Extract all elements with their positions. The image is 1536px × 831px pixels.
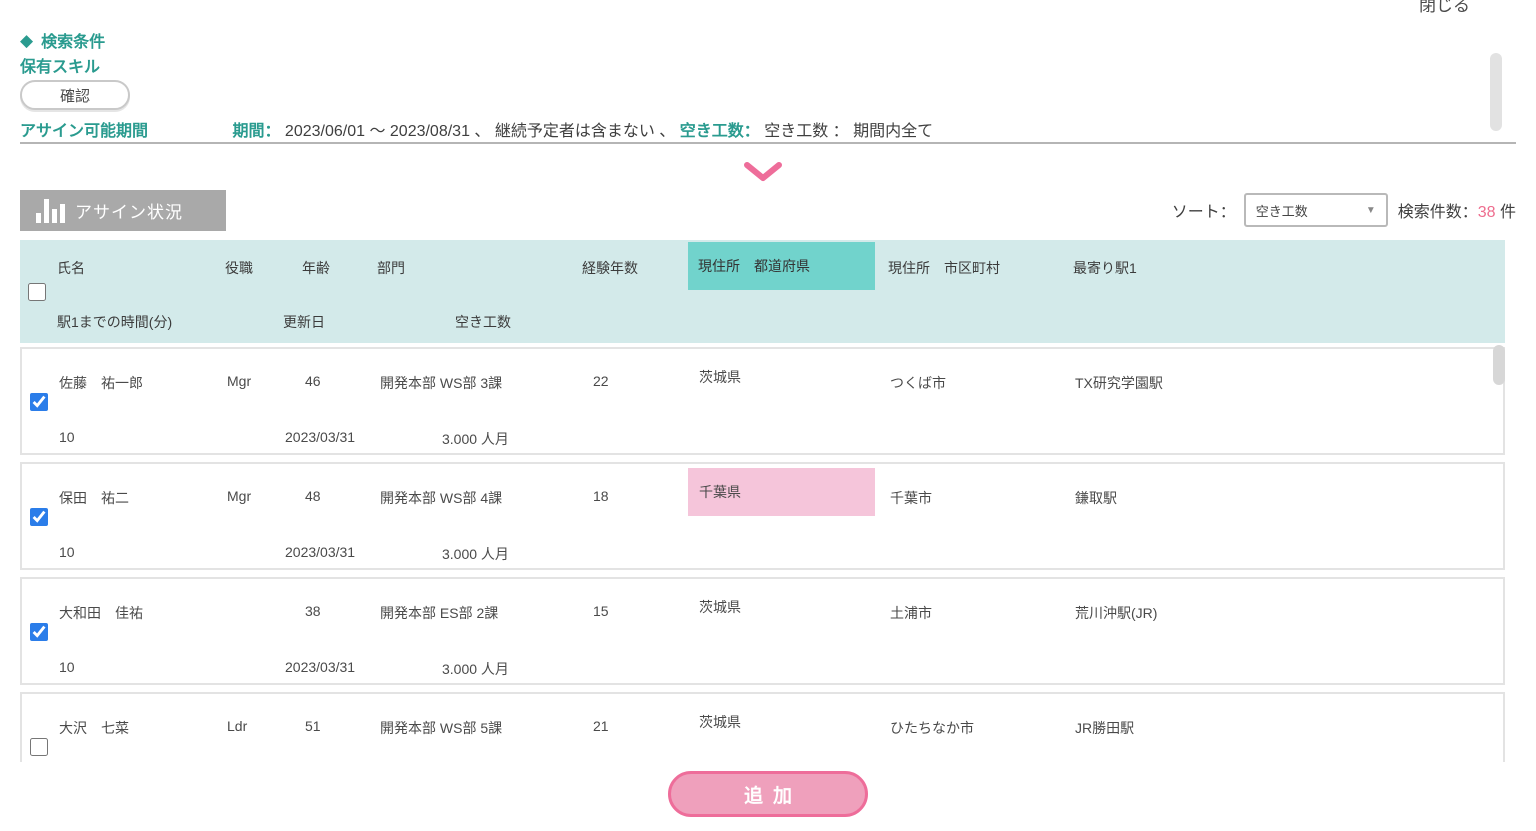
cell-pref: 茨城県	[688, 698, 875, 746]
result-count-unit: 件	[1500, 204, 1516, 221]
cell-capacity: 3.000 人月	[442, 659, 509, 679]
cell-role: Mgr	[227, 373, 251, 389]
cell-pref-text: 茨城県	[699, 712, 741, 732]
assign-search-panel: 閉じる ◆ 検索条件 保有スキル 確認 アサイン可能期間 期間： 2023/06…	[0, 0, 1536, 831]
col-capacity: 空き工数	[455, 312, 511, 332]
cell-time: 10	[59, 544, 75, 560]
close-button[interactable]: 閉じる	[1419, 0, 1470, 16]
period-field-label: 期間：	[232, 123, 280, 140]
cell-dept: 開発本部 WS部 5課	[380, 718, 502, 738]
cell-city: 千葉市	[890, 488, 932, 508]
cell-age: 51	[305, 718, 321, 734]
row-checkbox[interactable]	[30, 508, 48, 526]
col-city: 現住所 市区町村	[888, 258, 1000, 278]
cell-name: 佐藤 祐一郎	[59, 373, 143, 393]
row-checkbox[interactable]	[30, 738, 48, 756]
section-divider	[20, 142, 1516, 144]
cell-age: 46	[305, 373, 321, 389]
bar-chart-icon	[36, 199, 65, 223]
cell-name: 保田 祐二	[59, 488, 129, 508]
cell-name: 大和田 佳祐	[59, 603, 143, 623]
col-time: 駅1までの時間(分)	[57, 312, 172, 332]
diamond-icon: ◆	[20, 32, 33, 49]
row-checkbox[interactable]	[30, 393, 48, 411]
col-age: 年齢	[302, 258, 330, 278]
cell-role: Mgr	[227, 488, 251, 504]
table-row[interactable]: 保田 祐二 Mgr 48 開発本部 WS部 4課 18 千葉県 千葉市 鎌取駅 …	[20, 462, 1505, 570]
assign-status-header: アサイン状況	[20, 190, 226, 231]
cell-age: 48	[305, 488, 321, 504]
row-checkbox[interactable]	[30, 623, 48, 641]
col-pref-highlighted: 現住所 都道府県	[688, 242, 875, 290]
col-pref-label: 現住所 都道府県	[698, 256, 810, 276]
assign-period-line: アサイン可能期間 期間： 2023/06/01 ～ 2023/08/31 、 継…	[20, 117, 933, 141]
capacity-field-value: 空き工数 ： 期間内全て	[764, 123, 933, 140]
cell-years: 15	[593, 603, 609, 619]
chevron-down-icon: ▼	[1366, 205, 1376, 216]
skill-section-label: 保有スキル	[20, 53, 100, 77]
select-all-checkbox[interactable]	[28, 283, 46, 301]
cell-time: 10	[59, 659, 75, 675]
result-count: 検索件数：38 件	[1398, 198, 1516, 222]
cell-station: TX研究学園駅	[1075, 373, 1163, 393]
col-station: 最寄り駅1	[1073, 258, 1137, 278]
cell-pref-text: 茨城県	[699, 367, 741, 387]
table-row[interactable]: 佐藤 祐一郎 Mgr 46 開発本部 WS部 3課 22 茨城県 つくば市 TX…	[20, 347, 1505, 455]
cell-station: 鎌取駅	[1075, 488, 1117, 508]
cell-dept: 開発本部 WS部 4課	[380, 488, 502, 508]
cell-years: 22	[593, 373, 609, 389]
cell-city: 土浦市	[890, 603, 932, 623]
confirm-button[interactable]: 確認	[20, 80, 130, 110]
sort-select[interactable]: 空き工数 ▼	[1244, 193, 1388, 227]
assign-period-label: アサイン可能期間	[20, 117, 228, 141]
col-updated: 更新日	[283, 312, 325, 332]
col-dept: 部門	[377, 258, 405, 278]
cell-pref-text: 茨城県	[699, 597, 741, 617]
cell-time: 10	[59, 429, 75, 445]
cell-capacity: 3.000 人月	[442, 429, 509, 449]
period-field-value: 2023/06/01 ～ 2023/08/31 、 継続予定者は含まない 、	[285, 123, 675, 140]
col-name: 氏名	[57, 258, 85, 278]
result-count-value: 38	[1478, 204, 1496, 221]
cell-updated: 2023/03/31	[285, 544, 355, 560]
cell-pref: 茨城県	[688, 583, 875, 631]
sort-selected-value: 空き工数	[1256, 201, 1308, 220]
capacity-field-label: 空き工数：	[680, 123, 760, 140]
col-years: 経験年数	[582, 258, 638, 278]
cell-updated: 2023/03/31	[285, 429, 355, 445]
results-list: 佐藤 祐一郎 Mgr 46 開発本部 WS部 3課 22 茨城県 つくば市 TX…	[20, 347, 1512, 762]
cell-station: JR勝田駅	[1075, 718, 1134, 738]
cell-years: 21	[593, 718, 609, 734]
sort-label: ソート：	[1172, 198, 1236, 222]
table-row[interactable]: 大和田 佳祐 38 開発本部 ES部 2課 15 茨城県 土浦市 荒川沖駅(JR…	[20, 577, 1505, 685]
cell-years: 18	[593, 488, 609, 504]
cell-name: 大沢 七菜	[59, 718, 129, 738]
assign-status-label: アサイン状況	[75, 198, 183, 223]
cell-capacity: 3.000 人月	[442, 544, 509, 564]
result-count-label: 検索件数：	[1398, 204, 1478, 221]
scrollbar-thumb[interactable]	[1493, 345, 1505, 385]
cell-city: つくば市	[890, 373, 946, 393]
cell-dept: 開発本部 WS部 3課	[380, 373, 502, 393]
cell-role: Ldr	[227, 718, 247, 734]
col-role: 役職	[225, 258, 253, 278]
cell-updated: 2023/03/31	[285, 659, 355, 675]
cell-city: ひたちなか市	[890, 718, 974, 738]
results-table-header: 氏名 役職 年齢 部門 経験年数 現住所 都道府県 現住所 市区町村 最寄り駅1…	[20, 240, 1505, 343]
add-button[interactable]: 追加	[668, 771, 868, 817]
cell-pref: 茨城県	[688, 353, 875, 401]
chevron-down-icon[interactable]	[742, 160, 784, 189]
cell-pref-text: 千葉県	[699, 482, 741, 502]
sort-toolbar: ソート： 空き工数 ▼ 検索件数：38 件	[1172, 193, 1516, 227]
search-conditions-label: 検索条件	[41, 28, 105, 52]
table-row[interactable]: 大沢 七菜 Ldr 51 開発本部 WS部 5課 21 茨城県 ひたちなか市 J…	[20, 692, 1505, 762]
cell-station: 荒川沖駅(JR)	[1075, 603, 1157, 623]
cell-age: 38	[305, 603, 321, 619]
scrollbar-thumb[interactable]	[1490, 53, 1502, 131]
cell-pref: 千葉県	[688, 468, 875, 516]
search-conditions-title: ◆ 検索条件	[20, 28, 105, 52]
cell-dept: 開発本部 ES部 2課	[380, 603, 498, 623]
